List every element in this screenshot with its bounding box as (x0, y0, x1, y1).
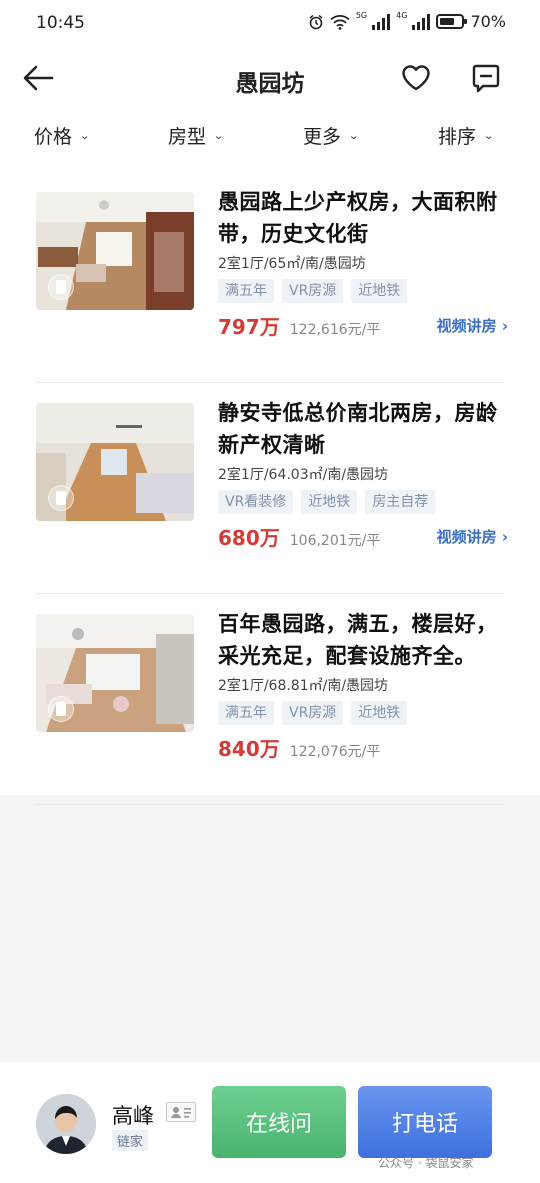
listing-tag: 近地铁 (301, 490, 358, 514)
status-icons: 5G 4G 70% (308, 12, 506, 31)
filter-label: 排序 (438, 126, 477, 148)
listing-meta: 2室1厅/64.03㎡/南/愚园坊 (218, 467, 389, 483)
signal-label-5g: 5G (355, 11, 368, 20)
nav-header: 愚园坊 (0, 52, 540, 104)
status-bar: 10:45 5G 4G 70% (0, 0, 540, 48)
listing-photo[interactable] (36, 614, 194, 732)
filter-label: 价格 (34, 126, 73, 148)
filter-label: 更多 (303, 126, 342, 148)
filter-layout[interactable]: 房型 ⌄ (168, 122, 225, 149)
agent-company: 链家 (112, 1130, 149, 1151)
agent-bar: 高峰 链家 在线问 打电话 公众号 · 袋鼠安家 (0, 1062, 540, 1183)
listing-title: 静安寺低总价南北两房，房龄新产权清晰 (218, 401, 498, 457)
listing-tag: VR房源 (282, 279, 344, 303)
listing-photo[interactable] (36, 403, 194, 521)
chevron-down-icon: ⌄ (483, 129, 495, 142)
vr-icon (48, 696, 74, 722)
message-icon[interactable] (470, 62, 502, 94)
battery-percent: 70% (470, 12, 506, 31)
filter-more[interactable]: 更多 ⌄ (303, 122, 360, 149)
listing-item[interactable]: 百年愚园路，满五，楼层好，采光充足，配套设施齐全。 2室1厅/68.81㎡/南/… (36, 594, 504, 805)
signal-icon-2 (412, 13, 431, 30)
agent-name: 高峰 (112, 1104, 154, 1128)
vr-icon (48, 485, 74, 511)
listing-unit-price: 122,616元/平 (289, 322, 381, 338)
call-button[interactable]: 打电话 (358, 1086, 492, 1158)
chevron-down-icon: ⌄ (348, 129, 360, 142)
filter-label: 房型 (168, 126, 207, 148)
listing-unit-price: 106,201元/平 (289, 533, 381, 549)
filter-sort[interactable]: 排序 ⌄ (438, 122, 495, 149)
video-tour-link[interactable]: 视频讲房 › (437, 315, 508, 336)
listing-tag: 满五年 (218, 279, 274, 303)
signal-label-4g: 4G (396, 11, 408, 20)
online-chat-button[interactable]: 在线问 (212, 1086, 346, 1158)
listing-tag: VR看装修 (218, 490, 294, 514)
listing-tag: VR房源 (282, 701, 344, 725)
battery-level (440, 18, 455, 25)
listing-tag: 近地铁 (351, 701, 408, 725)
listing-tag: 满五年 (218, 701, 274, 725)
listing-item[interactable]: 静安寺低总价南北两房，房龄新产权清晰 2室1厅/64.03㎡/南/愚园坊 VR看… (36, 383, 508, 594)
listing-price: 840万 (218, 737, 280, 761)
listing-meta: 2室1厅/68.81㎡/南/愚园坊 (218, 678, 389, 694)
listing-title: 百年愚园路，满五，楼层好，采光充足，配套设施齐全。 (218, 612, 498, 668)
listing-meta: 2室1厅/65㎡/南/愚园坊 (218, 256, 366, 272)
chevron-down-icon: ⌄ (213, 129, 225, 142)
agent-avatar[interactable] (36, 1094, 96, 1154)
alarm-icon (309, 14, 323, 29)
wifi-icon (330, 14, 350, 30)
vr-icon (48, 274, 74, 300)
listing-unit-price: 122,076元/平 (289, 744, 381, 760)
chevron-down-icon: ⌄ (79, 129, 91, 142)
listing-tag: 近地铁 (351, 279, 408, 303)
battery-icon (436, 14, 468, 29)
listing-tag: 房主自荐 (365, 490, 436, 514)
favorite-heart-icon[interactable] (400, 62, 432, 94)
watermark-text: 公众号 · 袋鼠安家 (378, 1156, 474, 1170)
business-card-icon[interactable] (166, 1102, 196, 1122)
listing-item[interactable]: 愚园路上少产权房，大面积附带，历史文化街 2室1厅/65㎡/南/愚园坊 满五年 … (36, 172, 508, 383)
listing-title: 愚园路上少产权房，大面积附带，历史文化街 (218, 190, 498, 246)
status-time: 10:45 (36, 13, 85, 33)
filter-bar: 价格 ⌄ 房型 ⌄ 更多 ⌄ 排序 ⌄ (0, 122, 540, 158)
filter-price[interactable]: 价格 ⌄ (34, 122, 91, 149)
listing-price: 680万 (218, 526, 280, 550)
listing-photo[interactable] (36, 192, 194, 310)
video-tour-link[interactable]: 视频讲房 › (437, 526, 508, 547)
listing-price: 797万 (218, 315, 280, 339)
page-title: 愚园坊 (235, 71, 305, 97)
signal-icon (372, 13, 391, 30)
